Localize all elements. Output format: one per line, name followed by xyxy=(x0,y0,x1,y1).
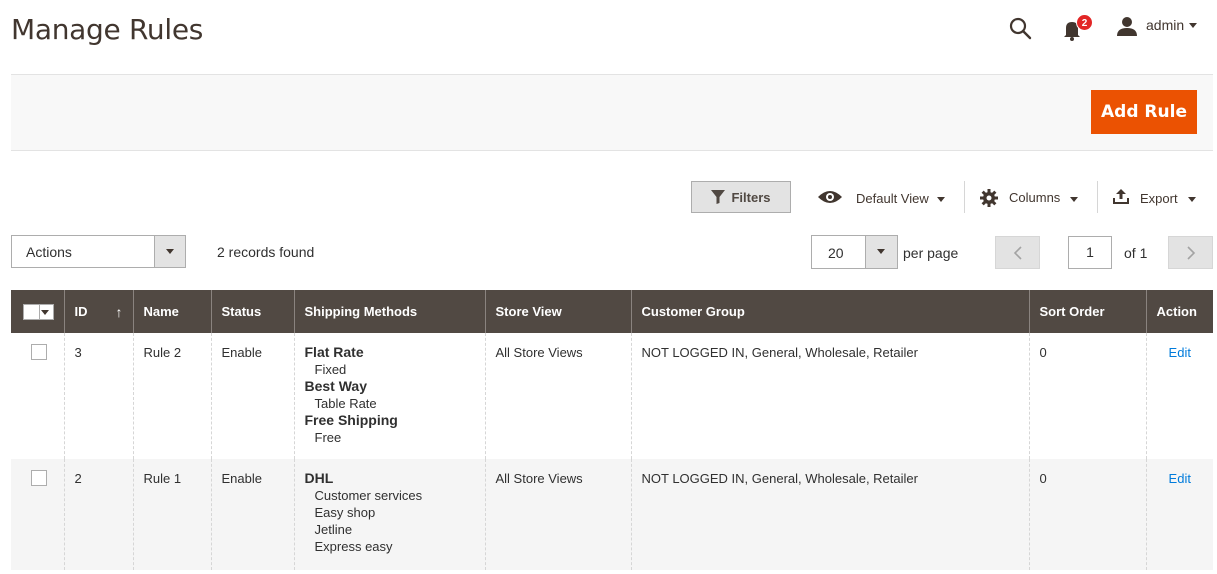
column-header-sort-order[interactable]: Sort Order xyxy=(1028,290,1146,333)
carrier-method: Customer services xyxy=(314,488,423,503)
page-number-input[interactable]: 1 xyxy=(1068,236,1112,269)
carrier-method: Free xyxy=(314,430,342,445)
mass-select-checkbox[interactable] xyxy=(23,303,54,320)
filters-label: Filters xyxy=(731,189,771,205)
filter-icon xyxy=(711,190,726,204)
column-header-action: Action xyxy=(1145,290,1213,333)
row-checkbox[interactable] xyxy=(31,344,47,360)
cell-status: Enable xyxy=(210,333,294,459)
carrier-name: Flat Rate xyxy=(304,344,364,360)
edit-link[interactable]: Edit xyxy=(1169,471,1191,486)
cell-store-view: All Store Views xyxy=(484,459,631,570)
notifications-count-badge[interactable]: 2 xyxy=(1076,14,1093,31)
search-icon[interactable] xyxy=(1008,16,1032,40)
column-header-store-view[interactable]: Store View xyxy=(484,290,631,333)
columns-dropdown[interactable]: Columns xyxy=(1009,190,1060,205)
gear-icon[interactable] xyxy=(980,189,998,207)
cell-action: Edit xyxy=(1145,459,1213,570)
chevron-down-icon[interactable] xyxy=(154,236,185,267)
chevron-right-icon xyxy=(1186,246,1195,260)
add-rule-button[interactable]: Add Rule xyxy=(1091,90,1197,134)
cell-shipping-methods: Flat Rate Fixed Best Way Table Rate Free… xyxy=(293,333,485,459)
divider xyxy=(1097,181,1098,213)
carrier-name: Free Shipping xyxy=(304,412,398,428)
column-header-customer-group[interactable]: Customer Group xyxy=(630,290,1029,333)
cell-id: 3 xyxy=(63,333,133,459)
cell-store-view: All Store Views xyxy=(484,333,631,459)
carrier-method: Table Rate xyxy=(314,396,377,411)
page-actions-bar xyxy=(11,74,1213,151)
cell-sort-order: 0 xyxy=(1028,459,1146,570)
default-view-dropdown[interactable]: Default View xyxy=(856,191,929,206)
cell-status: Enable xyxy=(210,459,294,570)
cell-sort-order: 0 xyxy=(1028,333,1146,459)
mass-actions-select[interactable]: Actions xyxy=(11,235,186,268)
carrier-name: DHL xyxy=(304,470,334,486)
sort-ascending-icon: ↑ xyxy=(115,303,123,320)
export-icon[interactable] xyxy=(1112,189,1130,205)
table-row[interactable]: 2 Rule 1 Enable DHL Customer services Ea… xyxy=(11,459,1213,570)
cell-name: Rule 2 xyxy=(132,333,211,459)
chevron-down-icon[interactable] xyxy=(1188,197,1196,202)
next-page-button[interactable] xyxy=(1168,236,1213,269)
column-header-status[interactable]: Status xyxy=(210,290,294,333)
chevron-down-icon[interactable] xyxy=(937,197,945,202)
page-title: Manage Rules xyxy=(11,13,204,46)
carrier-name: Best Way xyxy=(304,378,368,394)
column-header-shipping-methods[interactable]: Shipping Methods xyxy=(293,290,485,333)
row-checkbox[interactable] xyxy=(31,470,47,486)
divider xyxy=(964,181,965,213)
carrier-method: Fixed xyxy=(314,362,347,377)
carrier-method: Easy shop xyxy=(314,505,376,520)
column-header-name[interactable]: Name xyxy=(132,290,211,333)
cell-id: 2 xyxy=(63,459,133,570)
chevron-left-icon xyxy=(1013,246,1022,260)
chevron-down-icon[interactable] xyxy=(865,236,897,268)
table-row[interactable]: 3 Rule 2 Enable Flat Rate Fixed Best Way… xyxy=(11,333,1213,459)
column-header-id[interactable]: ID ↑ xyxy=(63,290,133,333)
chevron-down-icon[interactable] xyxy=(1070,197,1078,202)
filters-button[interactable]: Filters xyxy=(691,181,791,213)
cell-name: Rule 1 xyxy=(132,459,211,570)
per-page-select[interactable]: 20 xyxy=(811,235,898,269)
cell-shipping-methods: DHL Customer services Easy shop Jetline … xyxy=(293,459,485,570)
chevron-down-icon[interactable] xyxy=(1189,23,1197,28)
edit-link[interactable]: Edit xyxy=(1169,345,1191,360)
page-total: of 1 xyxy=(1124,245,1148,261)
cell-action: Edit xyxy=(1145,333,1213,459)
admin-user-menu[interactable]: admin xyxy=(1146,17,1184,33)
mass-actions-label: Actions xyxy=(26,244,72,260)
carrier-method: Express easy xyxy=(314,539,393,554)
cell-customer-group: NOT LOGGED IN, General, Wholesale, Retai… xyxy=(630,333,1029,459)
row-select-cell xyxy=(11,333,64,459)
mass-select-header[interactable] xyxy=(11,290,64,333)
per-page-value: 20 xyxy=(828,245,844,261)
user-icon[interactable] xyxy=(1116,15,1138,37)
records-found: 2 records found xyxy=(217,244,315,260)
carrier-method: Jetline xyxy=(314,522,353,537)
rules-grid: ID ↑ Name Status Shipping Methods Store V… xyxy=(11,290,1213,570)
grid-header-row: ID ↑ Name Status Shipping Methods Store V… xyxy=(11,290,1213,333)
eye-icon[interactable] xyxy=(817,188,843,206)
per-page-label: per page xyxy=(903,245,959,261)
cell-customer-group: NOT LOGGED IN, General, Wholesale, Retai… xyxy=(630,459,1029,570)
previous-page-button[interactable] xyxy=(995,236,1040,269)
row-select-cell xyxy=(11,459,64,570)
export-dropdown[interactable]: Export xyxy=(1140,191,1178,206)
